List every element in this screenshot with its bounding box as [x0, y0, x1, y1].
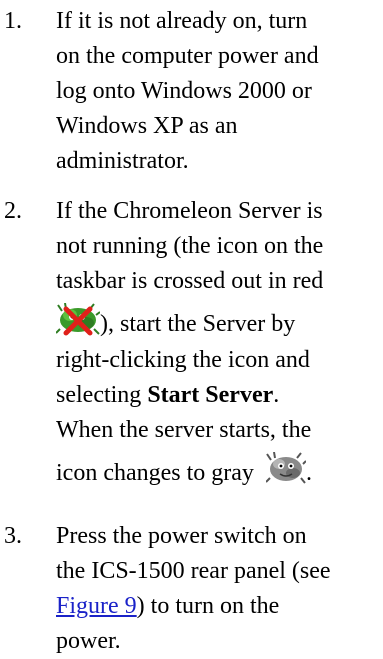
step-line: When the server starts, the — [56, 417, 312, 443]
figure-9-link[interactable]: Figure 9 — [56, 593, 137, 619]
step-line: on the computer power and — [56, 43, 319, 69]
step-line: If the Chromeleon Server is — [56, 198, 323, 224]
step-line: Figure 9) to turn on the — [56, 589, 383, 624]
step-number: 2. — [4, 198, 22, 224]
step-line: administrator. — [56, 148, 189, 174]
step-line: taskbar is crossed out in red — [56, 268, 324, 294]
step-text: If the Chromeleon Server is not running … — [56, 194, 383, 492]
step-line: right-clicking the icon and — [56, 347, 310, 373]
step-line-text: ) to turn on the — [136, 593, 280, 619]
step-line: Windows XP as an — [56, 113, 238, 139]
start-server-command: Start Server — [147, 382, 274, 408]
server-gray-icon — [265, 452, 306, 486]
step-number: 3. — [4, 523, 22, 549]
step-line-text: . — [305, 460, 312, 486]
step-line: log onto Windows 2000 or — [56, 78, 312, 104]
step-line: Press the power switch on — [56, 523, 307, 549]
step-line: selecting Start Server. — [56, 378, 383, 413]
step-line: ), start the Server by — [56, 299, 383, 343]
step-line-text: selecting — [56, 382, 148, 408]
step-line: the ICS-1500 rear panel (see — [56, 558, 331, 584]
step-line-text: ), start the Server by — [100, 311, 296, 337]
step-line-text: icon changes to gray — [56, 460, 254, 486]
step-number: 1. — [4, 8, 22, 34]
step-line: icon changes to gray . — [56, 448, 383, 492]
step-line: If it is not already on, turn — [56, 8, 308, 34]
server-stopped-icon — [56, 303, 100, 337]
step-line: not running (the icon on the — [56, 233, 324, 259]
step-text: If it is not already on, turn on the com… — [56, 4, 383, 179]
step-text: Press the power switch on the ICS-1500 r… — [56, 519, 383, 659]
step-line-text: . — [273, 382, 280, 408]
